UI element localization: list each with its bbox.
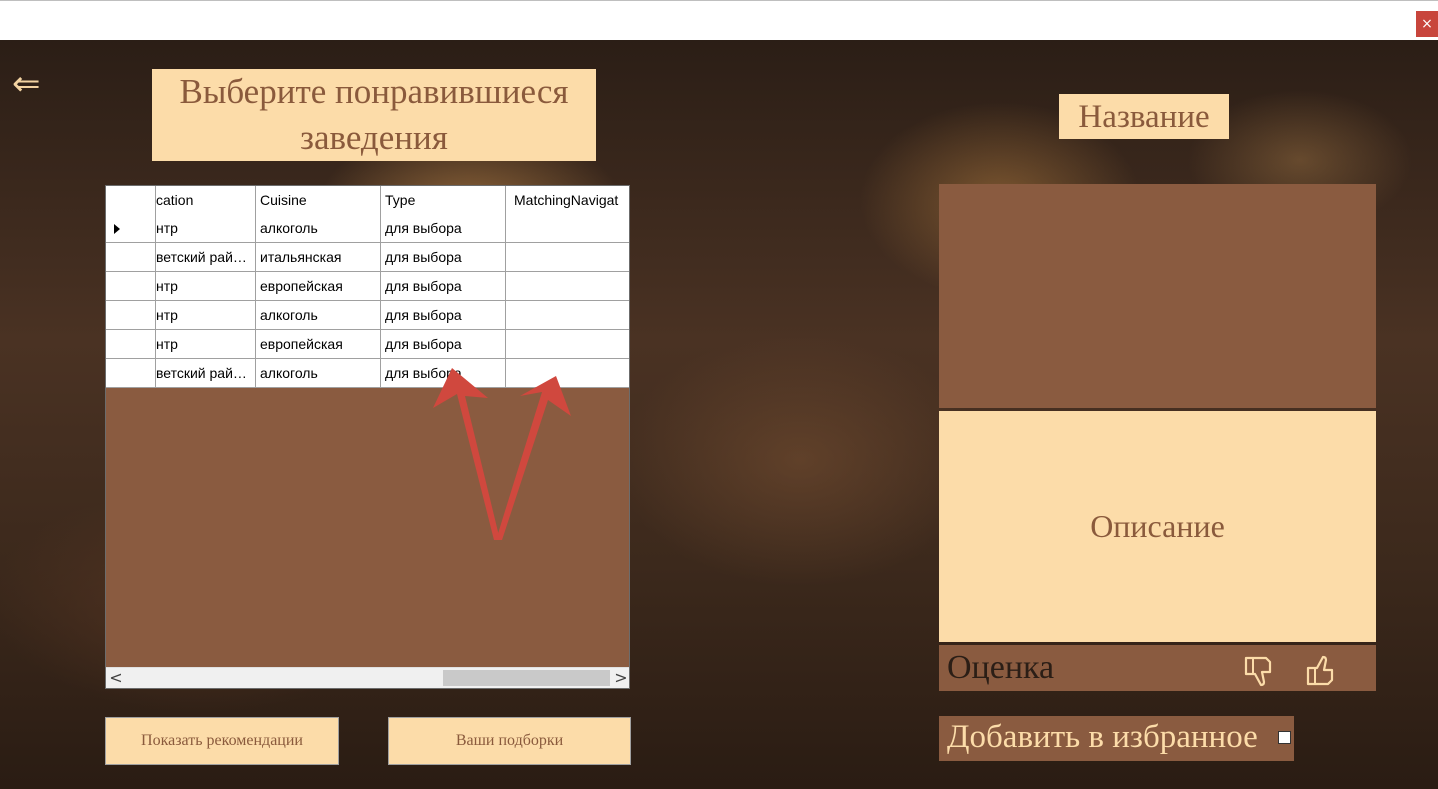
row-header-cell[interactable]: [106, 272, 156, 301]
location-cell[interactable]: ветский рай…: [156, 243, 256, 272]
type-cell[interactable]: для выбора: [381, 330, 506, 359]
table-row[interactable]: нтр европейская для выбора: [106, 330, 629, 359]
column-header-location[interactable]: cation: [156, 186, 256, 215]
matching-cell[interactable]: [506, 301, 629, 330]
scroll-right-icon[interactable]: >: [611, 668, 629, 688]
window-titlebar: ×: [0, 0, 1438, 41]
location-cell[interactable]: нтр: [156, 330, 256, 359]
matching-cell[interactable]: [506, 243, 629, 272]
rating-label: Оценка: [947, 649, 1055, 686]
place-name-label: Название: [1059, 94, 1229, 139]
location-cell[interactable]: ветский рай…: [156, 359, 256, 388]
back-arrow-icon[interactable]: ⇐: [12, 64, 41, 104]
column-header-matching[interactable]: MatchingNavigat: [506, 186, 629, 215]
place-description: Описание: [939, 411, 1376, 642]
cuisine-cell[interactable]: итальянская: [256, 243, 381, 272]
cuisine-cell[interactable]: алкоголь: [256, 214, 381, 243]
thumbs-down-icon[interactable]: [1242, 654, 1276, 688]
your-collections-button[interactable]: Ваши подборки: [388, 717, 631, 765]
table-row[interactable]: нтр европейская для выбора: [106, 272, 629, 301]
rating-bar: Оценка: [939, 645, 1376, 691]
table-row[interactable]: ветский рай… итальянская для выбора: [106, 243, 629, 272]
row-header-cell[interactable]: [106, 330, 156, 359]
matching-cell[interactable]: [506, 214, 629, 243]
table-row[interactable]: ветский рай… алкоголь для выбора: [106, 359, 629, 388]
cuisine-cell[interactable]: европейская: [256, 272, 381, 301]
location-cell[interactable]: нтр: [156, 301, 256, 330]
horizontal-scrollbar[interactable]: < >: [106, 667, 629, 688]
table-row[interactable]: нтр алкоголь для выбора: [106, 214, 629, 243]
place-image: [939, 184, 1376, 408]
matching-cell[interactable]: [506, 272, 629, 301]
scroll-left-icon[interactable]: <: [106, 668, 126, 688]
places-data-grid[interactable]: cation Cuisine Type MatchingNavigat нтр а…: [105, 185, 630, 689]
grid-header-row: cation Cuisine Type MatchingNavigat: [106, 186, 629, 215]
row-header-cell[interactable]: [106, 359, 156, 388]
type-cell[interactable]: для выбора: [381, 214, 506, 243]
matching-cell[interactable]: [506, 359, 629, 388]
cuisine-cell[interactable]: европейская: [256, 330, 381, 359]
table-row[interactable]: нтр алкоголь для выбора: [106, 301, 629, 330]
thumbs-up-icon[interactable]: [1304, 654, 1338, 688]
matching-cell[interactable]: [506, 330, 629, 359]
page-title: Выберите понравившиеся заведения: [152, 69, 596, 161]
favorite-checkbox[interactable]: [1278, 731, 1291, 744]
show-recommendations-button[interactable]: Показать рекомендации: [105, 717, 339, 765]
column-header-cuisine[interactable]: Cuisine: [256, 186, 381, 215]
add-to-favorites-bar: Добавить в избранное: [939, 716, 1294, 761]
current-row-indicator-icon: [114, 224, 120, 234]
row-header-cell[interactable]: [106, 214, 156, 243]
row-header-cell[interactable]: [106, 243, 156, 272]
page-title-line2: заведения: [300, 118, 448, 157]
close-icon[interactable]: ×: [1416, 11, 1438, 37]
type-cell[interactable]: для выбора: [381, 301, 506, 330]
scrollbar-thumb[interactable]: [443, 670, 610, 686]
type-cell[interactable]: для выбора: [381, 272, 506, 301]
cuisine-cell[interactable]: алкоголь: [256, 301, 381, 330]
add-to-favorites-label: Добавить в избранное: [947, 719, 1258, 755]
type-cell[interactable]: для выбора: [381, 243, 506, 272]
location-cell[interactable]: нтр: [156, 272, 256, 301]
page-title-line1: Выберите понравившиеся: [179, 72, 569, 111]
type-cell[interactable]: для выбора: [381, 359, 506, 388]
cuisine-cell[interactable]: алкоголь: [256, 359, 381, 388]
row-header-corner: [106, 186, 156, 215]
location-cell[interactable]: нтр: [156, 214, 256, 243]
row-header-cell[interactable]: [106, 301, 156, 330]
column-header-type[interactable]: Type: [381, 186, 506, 215]
